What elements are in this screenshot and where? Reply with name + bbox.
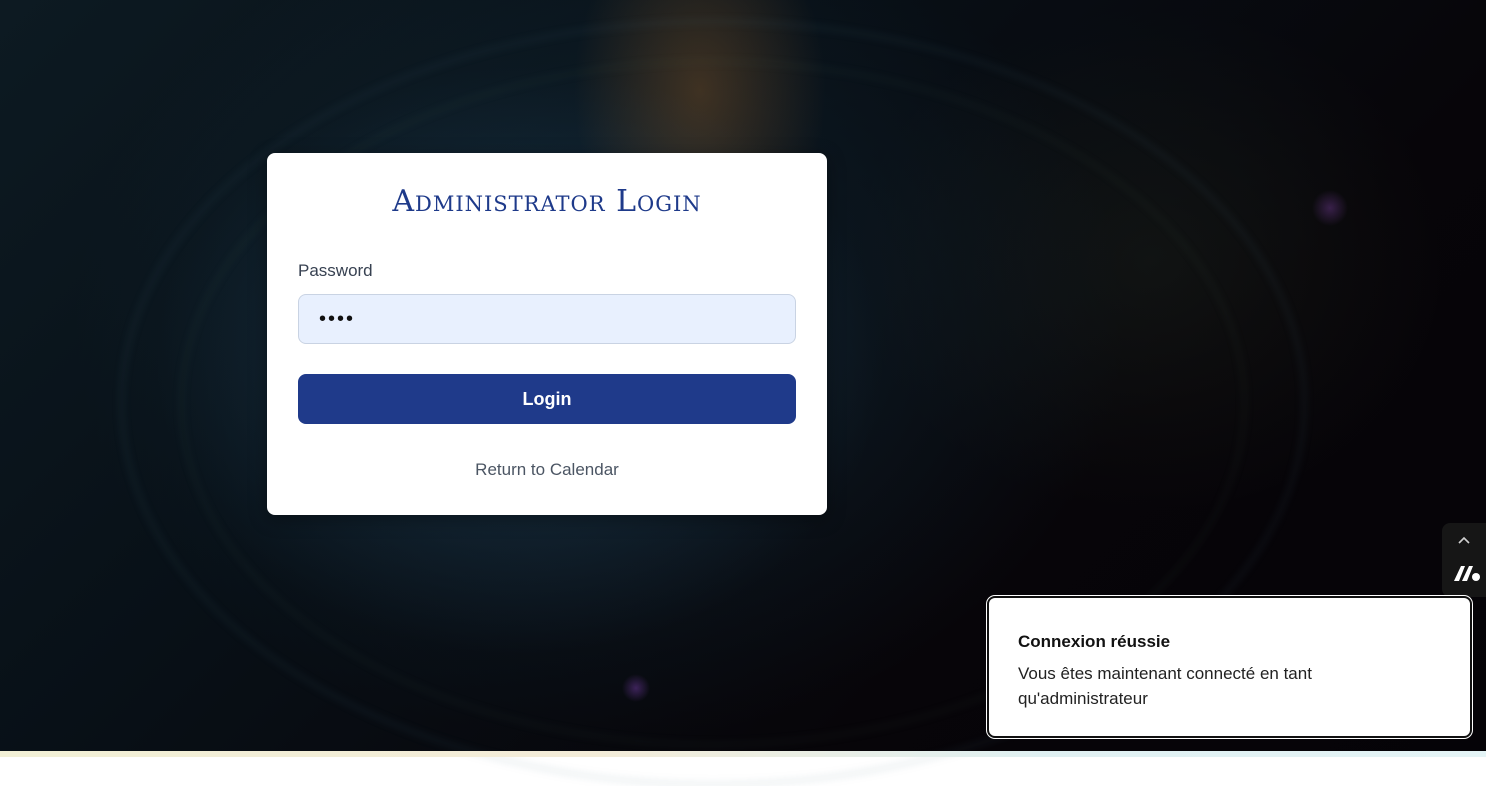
chevron-up-icon[interactable] — [1442, 531, 1486, 547]
bottom-strip — [0, 751, 1486, 757]
toast-message: Vous êtes maintenant connecté en tant qu… — [1018, 664, 1312, 708]
password-label: Password — [298, 261, 373, 280]
toast-title: Connexion réussie — [1018, 632, 1171, 651]
login-button[interactable]: Login — [298, 374, 796, 424]
login-card: Administrator Login Password •••• Login … — [267, 153, 827, 515]
password-value: •••• — [319, 307, 356, 330]
side-widget[interactable] — [1442, 523, 1486, 597]
m-logo-icon[interactable] — [1452, 563, 1482, 583]
return-to-calendar-link[interactable]: Return to Calendar — [267, 460, 827, 480]
page-title: Administrator Login — [392, 184, 702, 219]
success-toast: Connexion réussie Vous êtes maintenant c… — [987, 596, 1472, 738]
password-input[interactable]: •••• — [298, 294, 796, 344]
